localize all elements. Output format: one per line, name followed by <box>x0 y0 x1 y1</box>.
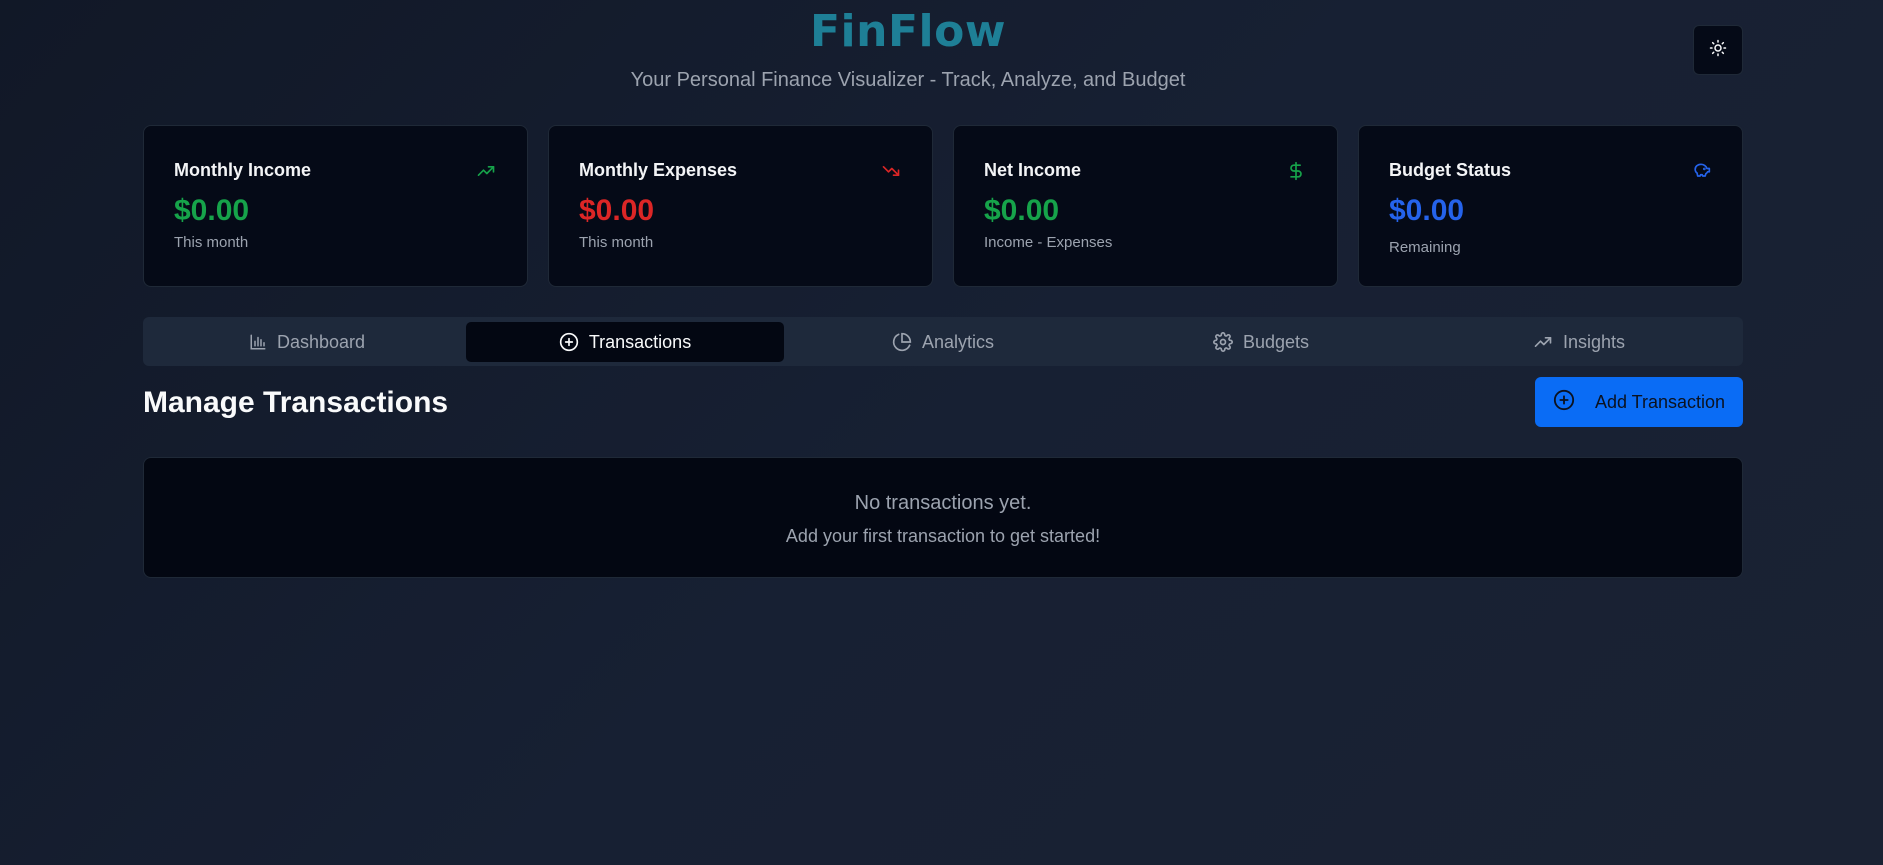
add-transaction-label: Add Transaction <box>1594 391 1726 412</box>
empty-state-subtitle: Add your first transaction to get starte… <box>785 526 1101 546</box>
theme-toggle-button[interactable] <box>1693 25 1743 75</box>
card-subtitle: This month <box>174 234 249 251</box>
trending-up-icon <box>475 160 497 182</box>
budget-status-card: Budget Status $0.00 Remaining <box>1358 125 1743 287</box>
main-tabs: Dashboard Transactions Analytics Budgets… <box>143 317 1743 366</box>
tab-insights[interactable]: Insights <box>1420 322 1738 362</box>
card-value: $0.00 <box>174 194 250 227</box>
card-title: Budget Status <box>1389 160 1512 180</box>
pie-chart-icon <box>892 332 912 352</box>
tab-label: Insights <box>1562 331 1626 352</box>
tab-label: Budgets <box>1242 331 1310 352</box>
empty-state: No transactions yet. Add your first tran… <box>143 457 1743 578</box>
tab-label: Analytics <box>921 331 995 352</box>
sun-icon <box>1709 39 1727 62</box>
summary-cards: Monthly Income $0.00 This month Monthly … <box>143 125 1743 287</box>
card-subtitle: This month <box>579 234 654 251</box>
card-title: Monthly Income <box>174 160 312 180</box>
tab-budgets[interactable]: Budgets <box>1102 322 1420 362</box>
trending-up-icon <box>1533 332 1553 352</box>
tab-label: Dashboard <box>276 331 366 352</box>
monthly-expenses-card: Monthly Expenses $0.00 This month <box>548 125 933 287</box>
trending-down-icon <box>880 160 902 182</box>
card-value: $0.00 <box>1389 194 1465 227</box>
card-value: $0.00 <box>984 194 1060 227</box>
empty-state-title: No transactions yet. <box>854 492 1032 514</box>
piggy-bank-icon <box>1690 160 1712 182</box>
net-income-card: Net Income $0.00 Income - Expenses <box>953 125 1338 287</box>
bar-chart-icon <box>249 333 267 351</box>
card-title: Net Income <box>984 160 1082 180</box>
tab-dashboard[interactable]: Dashboard <box>148 322 466 362</box>
app-tagline: Your Personal Finance Visualizer - Track… <box>630 69 1186 91</box>
add-transaction-button[interactable]: Add Transaction <box>1535 377 1743 427</box>
gear-icon <box>1213 332 1233 352</box>
card-title: Monthly Expenses <box>579 160 738 180</box>
monthly-income-card: Monthly Income $0.00 This month <box>143 125 528 287</box>
dollar-icon <box>1285 160 1307 182</box>
plus-circle-icon <box>1553 389 1575 416</box>
plus-circle-icon <box>559 332 579 352</box>
card-subtitle: Income - Expenses <box>984 234 1113 251</box>
card-value: $0.00 <box>579 194 655 227</box>
app: FinFlow Your Personal Finance Visualizer… <box>0 0 1883 865</box>
app-title: FinFlow <box>810 6 1006 57</box>
page-title: Manage Transactions <box>143 386 449 419</box>
tab-analytics[interactable]: Analytics <box>784 322 1102 362</box>
card-subtitle: Remaining <box>1389 239 1461 256</box>
tab-label: Transactions <box>588 331 692 352</box>
tab-transactions[interactable]: Transactions <box>466 322 784 362</box>
